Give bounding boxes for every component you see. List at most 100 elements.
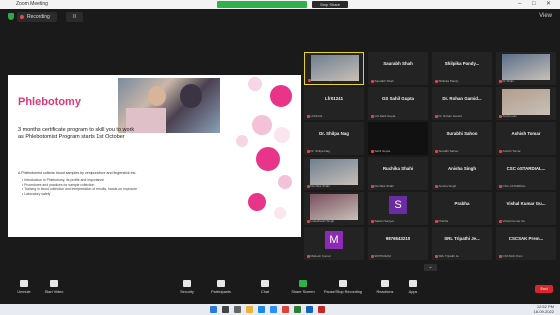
toolbar-record-button[interactable]: Pause/Stop Recording <box>323 280 363 294</box>
participant-caption: Sakshi Sanyal <box>371 219 394 223</box>
participant-tile[interactable]: GS Sahil Gupta GS Sahil Gupta <box>368 87 428 120</box>
excel-icon[interactable] <box>294 306 301 313</box>
muted-mic-icon <box>499 219 502 223</box>
participant-tile[interactable]: S Sakshi Sanyal <box>368 192 428 225</box>
participant-caption: Dr. Rohan Gamid <box>435 114 462 118</box>
folder-icon[interactable] <box>246 306 253 313</box>
participant-tile[interactable]: Ruchika Shahi Ruchika Shahi <box>368 157 428 190</box>
participant-tile[interactable]: Vishal Kumar Gu... Vishal Kumar Gu <box>496 192 556 225</box>
participant-caption: CSC oSTARDIAL <box>499 184 526 188</box>
mic-icon <box>20 280 28 287</box>
toolbar-chat-button[interactable]: Chat <box>245 280 285 294</box>
participant-tile[interactable]: Dr Shilpi <box>496 52 556 85</box>
word-icon[interactable] <box>306 306 313 313</box>
shield-icon[interactable] <box>8 13 14 20</box>
participant-caption: Mahesh Kumar <box>307 254 331 258</box>
search-icon[interactable] <box>222 306 229 313</box>
meeting-toolbar: End Unmute Start Video Security Participant… <box>0 276 560 304</box>
participant-tile[interactable]: Saurabh Shah Saurabh Shah <box>368 52 428 85</box>
toolbar-participants-button[interactable]: Participants <box>201 280 241 294</box>
participant-avatar: S <box>389 196 407 214</box>
participant-caption: Anshuman <box>499 114 517 118</box>
toolbar-apps-button[interactable]: Apps <box>393 280 433 294</box>
muted-mic-icon <box>371 184 374 188</box>
participant-caption: Ashish Tomar <box>499 149 521 153</box>
participant-caption: Vishal Kumar Gu <box>499 219 525 223</box>
reactions-icon <box>381 280 389 287</box>
toolbar-label: Share Screen <box>291 290 315 294</box>
participant-tile[interactable]: CSCSAK Prem... CSCSAK Prem <box>496 227 556 260</box>
toolbar-share-screen-button[interactable]: Share Screen <box>283 280 323 294</box>
zoom-icon[interactable] <box>270 306 277 313</box>
pause-recording-button[interactable]: II <box>66 12 83 22</box>
screen-share-indicator[interactable] <box>217 1 307 8</box>
participant-caption-text: Dr. Shilpa Nag <box>310 149 330 153</box>
participant-name: Prabha <box>454 201 470 206</box>
participant-tile[interactable]: CSC oSTARDIAL... CSC oSTARDIAL <box>496 157 556 190</box>
participant-tile[interactable]: Anisha Singh Anisha Singh <box>432 157 492 190</box>
participant-tile[interactable]: Surabhi Sahoo Surabhi Sahoo <box>432 122 492 155</box>
recording-indicator[interactable]: Recording <box>17 12 57 22</box>
view-button[interactable]: View <box>539 13 552 19</box>
muted-mic-icon <box>371 114 374 118</box>
participant-video <box>502 89 550 115</box>
participant-name: CSCSAK Prem... <box>508 236 544 241</box>
chevron-down-icon[interactable]: ⌄ <box>424 264 437 271</box>
close-icon[interactable]: ✕ <box>546 0 551 9</box>
system-clock[interactable]: 12:52 PM 18-09-2022 <box>534 304 554 314</box>
minimize-icon[interactable]: – <box>518 0 521 9</box>
os-taskbar: 12:52 PM 18-09-2022 <box>0 304 560 315</box>
stop-share-button[interactable]: Stop Share <box>312 1 348 8</box>
decor-circle <box>274 127 290 143</box>
muted-mic-icon <box>308 78 311 82</box>
muted-mic-icon <box>371 79 374 83</box>
decor-circle <box>270 85 292 107</box>
participant-name: GS Sahil Gupta <box>382 96 414 101</box>
participant-name: SRL Tripathi Je... <box>444 236 480 241</box>
participant-tile[interactable]: Prabha Prabha <box>432 192 492 225</box>
participant-tile[interactable]: Anshuman <box>496 87 556 120</box>
task-view-icon[interactable] <box>234 306 241 313</box>
participant-caption-text: Anshuman <box>502 114 517 118</box>
muted-mic-icon <box>499 149 502 153</box>
participant-caption: Sahil Gupta <box>371 149 390 153</box>
end-meeting-button[interactable]: End <box>535 285 553 293</box>
toolbar-video-button[interactable]: Start Video <box>34 280 74 294</box>
muted-mic-icon <box>499 79 502 83</box>
participant-caption: Ruchika Shahi <box>371 184 394 188</box>
muted-mic-icon <box>435 149 438 153</box>
participant-caption: SRL Tripathi Je <box>435 254 459 258</box>
chrome-icon[interactable] <box>282 306 289 313</box>
muted-mic-icon <box>307 114 310 118</box>
edge-icon[interactable] <box>258 306 265 313</box>
shared-screen: Phlebotomy 3 months certificate program … <box>8 75 301 237</box>
record-dot-icon <box>20 15 24 19</box>
participant-tile[interactable]: Shilpika Pandy... Shilpika Pandy <box>432 52 492 85</box>
participant-caption-text: SRL Tripathi Je <box>438 254 459 258</box>
toolbar-label: Pause/Stop Recording <box>324 290 362 294</box>
muted-mic-icon <box>435 114 438 118</box>
participant-caption-text: Sakshi Sanyal <box>374 219 394 223</box>
participant-tile[interactable]: M Mahesh Kumar <box>304 227 364 260</box>
participant-caption: Lokeshwari Singh <box>307 219 334 223</box>
record-icon <box>339 280 347 287</box>
participant-caption-text: Anisha Singh <box>438 184 457 188</box>
decor-circle <box>278 175 292 189</box>
participant-tile[interactable]: SRL Tripathi Je... SRL Tripathi Je <box>432 227 492 260</box>
participant-name: Anisha Singh <box>447 166 477 171</box>
powerpoint-icon[interactable] <box>318 306 325 313</box>
participant-tile[interactable]: Dr. Rohan Gamid... Dr. Rohan Gamid <box>432 87 492 120</box>
start-icon[interactable] <box>210 306 217 313</box>
participant-tile[interactable]: Ruchika Shahi <box>304 157 364 190</box>
participant-tile[interactable]: Ashish Tomar Ashish Tomar <box>496 122 556 155</box>
toolbar-label: Chat <box>260 290 270 294</box>
participant-tile[interactable]: Dr. Ashish Singh <box>304 52 364 85</box>
maximize-icon[interactable]: □ <box>532 0 536 9</box>
participant-tile[interactable]: Lfr01241 Lfr01241 <box>304 87 364 120</box>
share-screen-icon <box>299 280 307 287</box>
participant-tile[interactable]: Sahil Gupta <box>368 122 428 155</box>
participant-tile[interactable]: Lokeshwari Singh <box>304 192 364 225</box>
decor-circle <box>236 135 248 147</box>
participant-tile[interactable]: 9876543210 9876543210 <box>368 227 428 260</box>
participant-tile[interactable]: Dr. Shilpa Nag Dr. Shilpa Nag <box>304 122 364 155</box>
